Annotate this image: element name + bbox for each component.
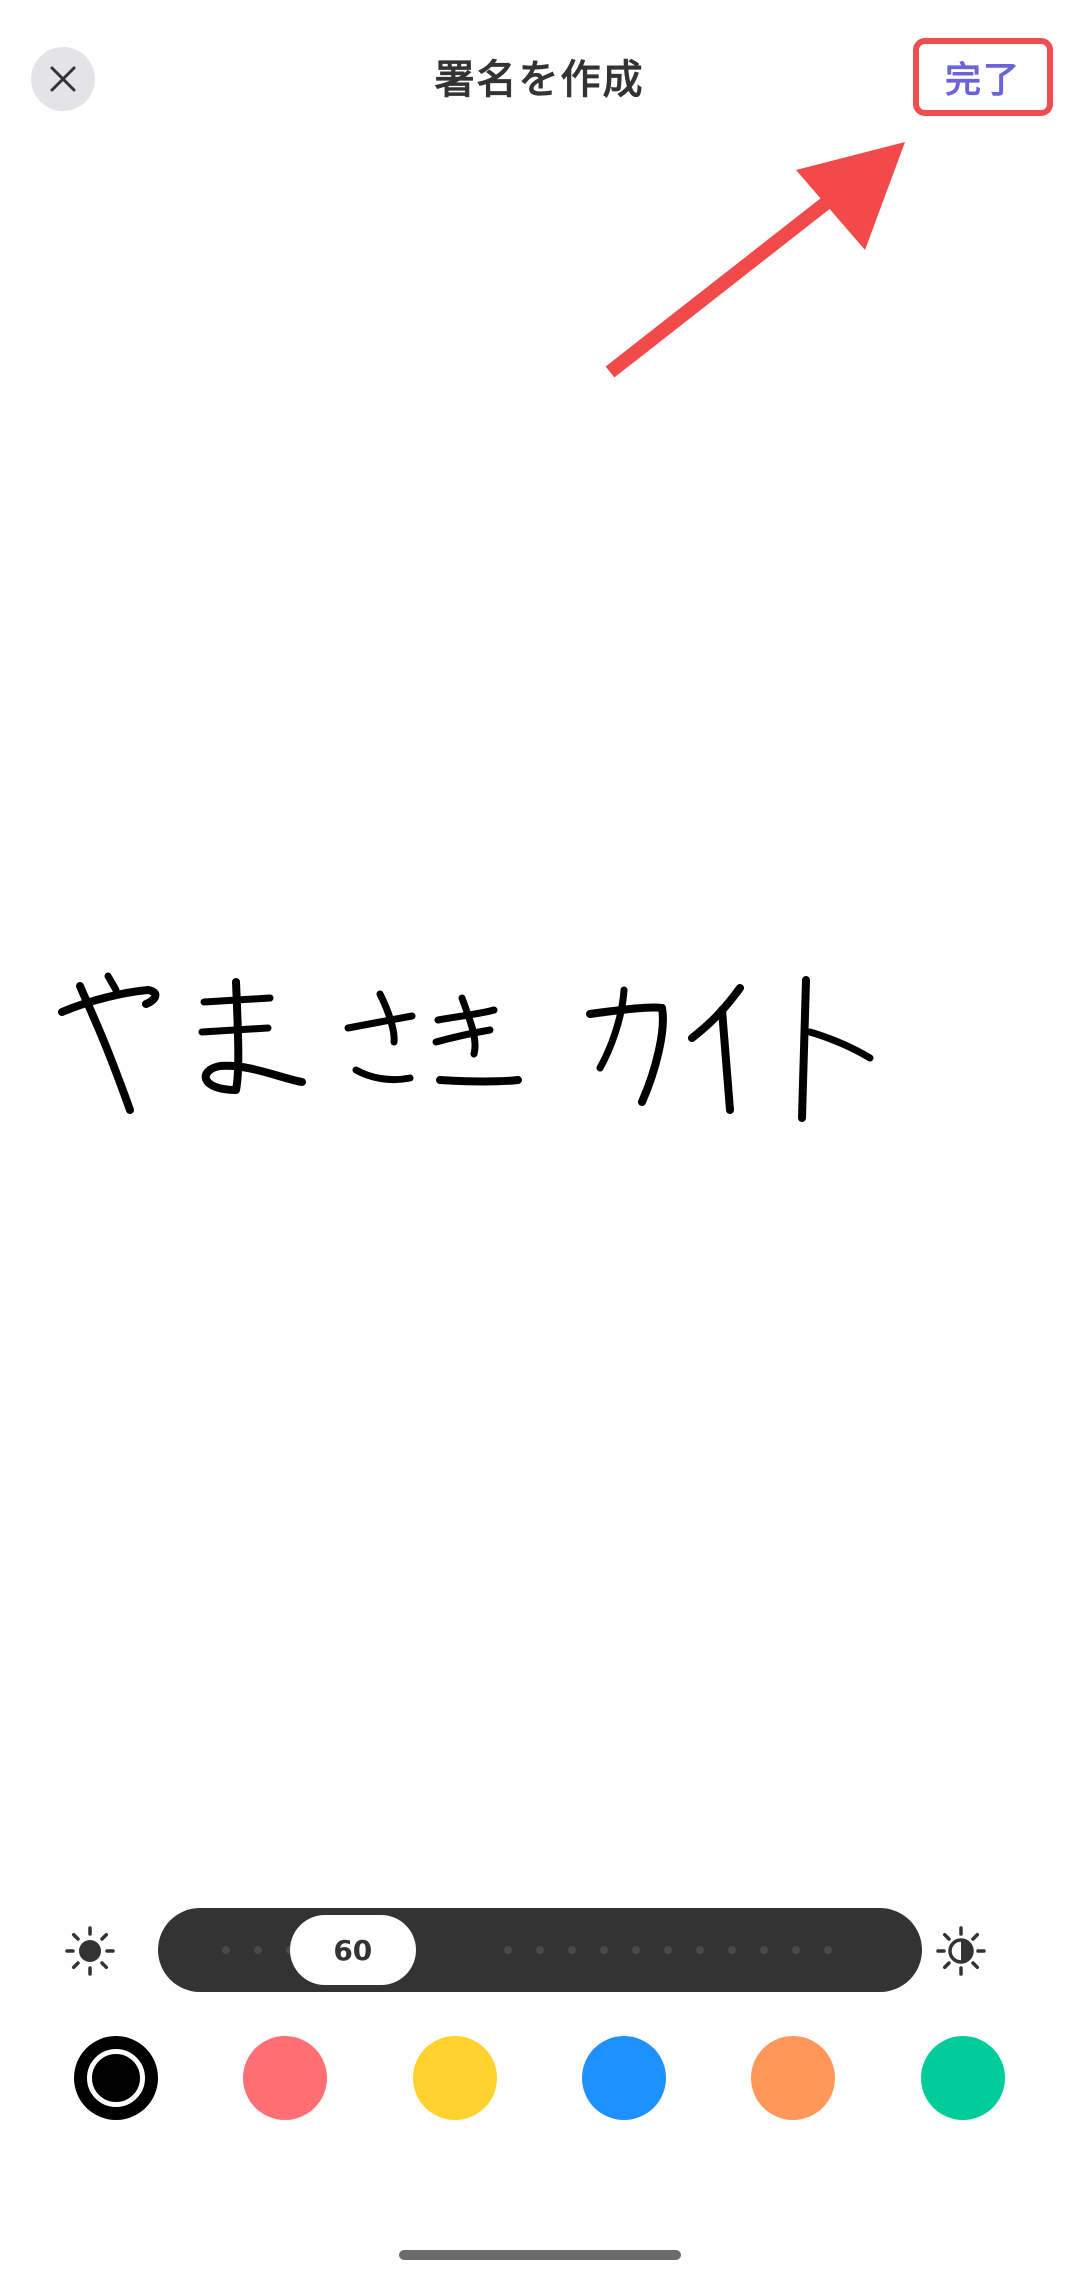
color-swatch-orange[interactable] xyxy=(751,2036,835,2120)
brightness-low-icon xyxy=(65,1926,115,1976)
signature-drawing xyxy=(58,972,874,1122)
color-swatch-black[interactable] xyxy=(74,2036,158,2120)
color-swatch-yellow[interactable] xyxy=(413,2036,497,2120)
stroke-width-slider[interactable]: 60 xyxy=(158,1908,922,1992)
home-indicator xyxy=(399,2250,681,2260)
slider-thumb[interactable]: 60 xyxy=(289,1915,416,1985)
selected-ring xyxy=(87,2049,145,2107)
stroke-width-row: 60 xyxy=(0,1908,1079,1994)
color-swatch-coral[interactable] xyxy=(243,2036,327,2120)
color-swatch-blue[interactable] xyxy=(582,2036,666,2120)
done-highlight-box: 完了 xyxy=(913,38,1053,116)
brightness-high-icon xyxy=(936,1926,986,1976)
color-swatch-green[interactable] xyxy=(921,2036,1005,2120)
done-button[interactable]: 完了 xyxy=(945,51,1021,103)
slider-ticks xyxy=(222,1946,832,1954)
color-palette xyxy=(0,2036,1079,2122)
